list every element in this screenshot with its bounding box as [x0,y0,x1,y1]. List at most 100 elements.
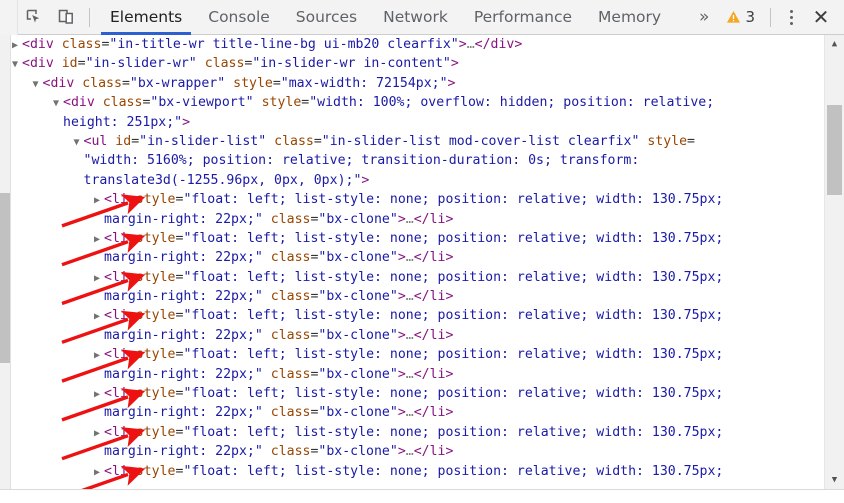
code-token-attr: class [102,95,143,111]
code-token-val: "in-slider-list mod-cover-list clearfix" [321,133,640,149]
breadcrumb[interactable]: div.in-slider-wr div.bx-wrapper div.bx-v… [0,489,844,503]
code-token-val: "bx-viewport" [150,95,254,111]
twisty-collapsed-icon[interactable] [94,230,104,249]
dom-tree-line[interactable]: <ul id="in-slider-list" class="in-slider… [12,132,824,151]
code-token-attr: class [270,405,311,421]
dom-tree-line[interactable]: margin-right: 22px;" class="bx-clone">…<… [12,287,824,306]
code-token-punc: < [104,347,112,363]
code-token-plain: = [313,133,322,149]
dom-tree-line[interactable]: margin-right: 22px;" class="bx-clone">…<… [12,442,824,461]
dom-tree-line[interactable]: <li style="float: left; list-style: none… [12,268,824,287]
tab-network-label: Network [383,8,448,26]
dom-tree-line[interactable]: margin-right: 22px;" class="bx-clone">…<… [12,403,824,422]
code-token-val: "float: left; list-style: none; position… [183,347,724,363]
code-token-punc: > [445,211,454,227]
twisty-collapsed-icon[interactable] [94,424,104,443]
code-token-val: margin-right: 22px;" [104,289,263,305]
tab-elements-label: Elements [110,8,183,26]
code-token-tag: li [429,405,446,421]
code-token-val: "bx-clone" [318,250,398,266]
dom-tree-line[interactable]: height: 251px;"> [12,113,824,132]
code-token-attr: class [61,37,102,52]
twisty-collapsed-icon[interactable] [94,463,104,482]
vertical-scrollbar-thumb[interactable] [827,105,842,195]
twisty-collapsed-icon[interactable] [94,269,104,288]
code-token-punc: </ [413,211,430,227]
code-token-punc: < [63,95,71,111]
code-token-plain: = [121,75,130,91]
devtools-tabs: Elements Console Sources Network Perform… [97,0,674,35]
code-token-attr: class [270,444,311,460]
dom-tree-line[interactable]: margin-right: 22px;" class="bx-clone">…<… [12,326,824,345]
scroll-up-arrow[interactable]: ▲ [825,35,844,53]
devtools-toolbar: Elements Console Sources Network Perform… [0,0,844,35]
more-options-icon[interactable] [778,0,804,35]
dom-tree-line[interactable]: "width: 5160%; position: relative; trans… [12,151,824,170]
code-token-punc: > [182,114,191,130]
dom-tree-line[interactable]: <li style="float: left; list-style: none… [12,384,824,403]
code-token-tag: li [111,386,128,402]
warning-triangle-icon [727,11,741,23]
dom-tree-line[interactable]: <li style="float: left; list-style: none… [12,462,824,481]
dom-tree-line[interactable]: margin-right: 22px;" class="bx-clone">…<… [12,365,824,384]
twisty-expanded-icon[interactable] [12,55,22,74]
code-token-plain: = [272,75,281,91]
dom-tree-line[interactable]: translate3d(-1255.96px, 0px, 0px);"> [12,171,824,190]
tab-memory[interactable]: Memory [585,0,674,35]
twisty-collapsed-icon[interactable] [94,385,104,404]
warning-status-badge[interactable]: 3 [718,8,763,26]
more-tabs-icon[interactable]: » [690,8,718,26]
code-token-punc: > [445,444,454,460]
dom-tree-line[interactable]: <li style="float: left; list-style: none… [12,345,824,364]
scroll-down-arrow[interactable]: ▼ [825,471,844,489]
twisty-collapsed-icon[interactable] [12,36,22,55]
code-token-attr: style [135,230,176,246]
code-token-punc: > [397,405,406,421]
tab-performance[interactable]: Performance [461,0,585,35]
dom-tree-line[interactable]: <li style="float: left; list-style: none… [12,190,824,209]
code-token-val: "float: left; list-style: none; position… [183,386,724,402]
code-token-punc: < [104,386,112,402]
code-token-val: margin-right: 22px;" [104,250,263,266]
tab-console[interactable]: Console [195,0,283,35]
code-token-punc: </ [474,37,491,52]
dom-tree-line[interactable]: margin-right: 22px;" class="bx-clone">…<… [12,248,824,267]
code-token-ell: … [466,37,475,52]
dom-tree-line[interactable]: <div class="bx-wrapper" style="max-width… [12,74,824,93]
dom-tree-line[interactable]: margin-right: 22px;" class="bx-clone">…<… [12,210,824,229]
code-token-ell: … [405,405,414,421]
code-token-tag: li [111,463,128,479]
code-token-attr: class [270,211,311,227]
dom-tree-line[interactable]: <li style="float: left; list-style: none… [12,423,824,442]
dom-tree-line[interactable]: <div class="in-title-wr title-line-bg ui… [12,35,824,54]
dom-tree-line[interactable]: <div id="in-slider-wr" class="in-slider-… [12,54,824,73]
dom-tree-line[interactable]: <li style="float: left; list-style: none… [12,229,824,248]
tab-memory-label: Memory [598,8,662,26]
code-token-attr: id [115,133,132,149]
tab-network[interactable]: Network [370,0,461,35]
close-icon[interactable]: ✕ [804,0,838,35]
tab-sources[interactable]: Sources [283,0,370,35]
twisty-collapsed-icon[interactable] [94,346,104,365]
panel-left-scrollbar[interactable] [0,35,11,489]
twisty-collapsed-icon[interactable] [94,307,104,326]
twisty-expanded-icon[interactable] [33,75,43,94]
twisty-expanded-icon[interactable] [74,133,84,152]
code-token-attr: style [135,347,176,363]
code-token-plain: = [131,133,140,149]
dom-tree-line[interactable]: <li style="float: left; list-style: none… [12,306,824,325]
dom-tree-line[interactable]: <div class="bx-viewport" style="width: 1… [12,93,824,112]
vertical-scrollbar[interactable]: ▲ ▼ [824,35,844,489]
device-toolbar-icon[interactable] [50,1,82,34]
panel-left-scrollbar-thumb[interactable] [0,193,10,363]
inspect-element-icon[interactable] [18,1,50,34]
code-token-attr: style [135,424,176,440]
twisty-expanded-icon[interactable] [53,94,63,113]
dom-tree[interactable]: <div class="in-title-wr title-line-bg ui… [12,35,824,489]
twisty-collapsed-icon[interactable] [94,191,104,210]
tab-elements[interactable]: Elements [97,0,195,35]
